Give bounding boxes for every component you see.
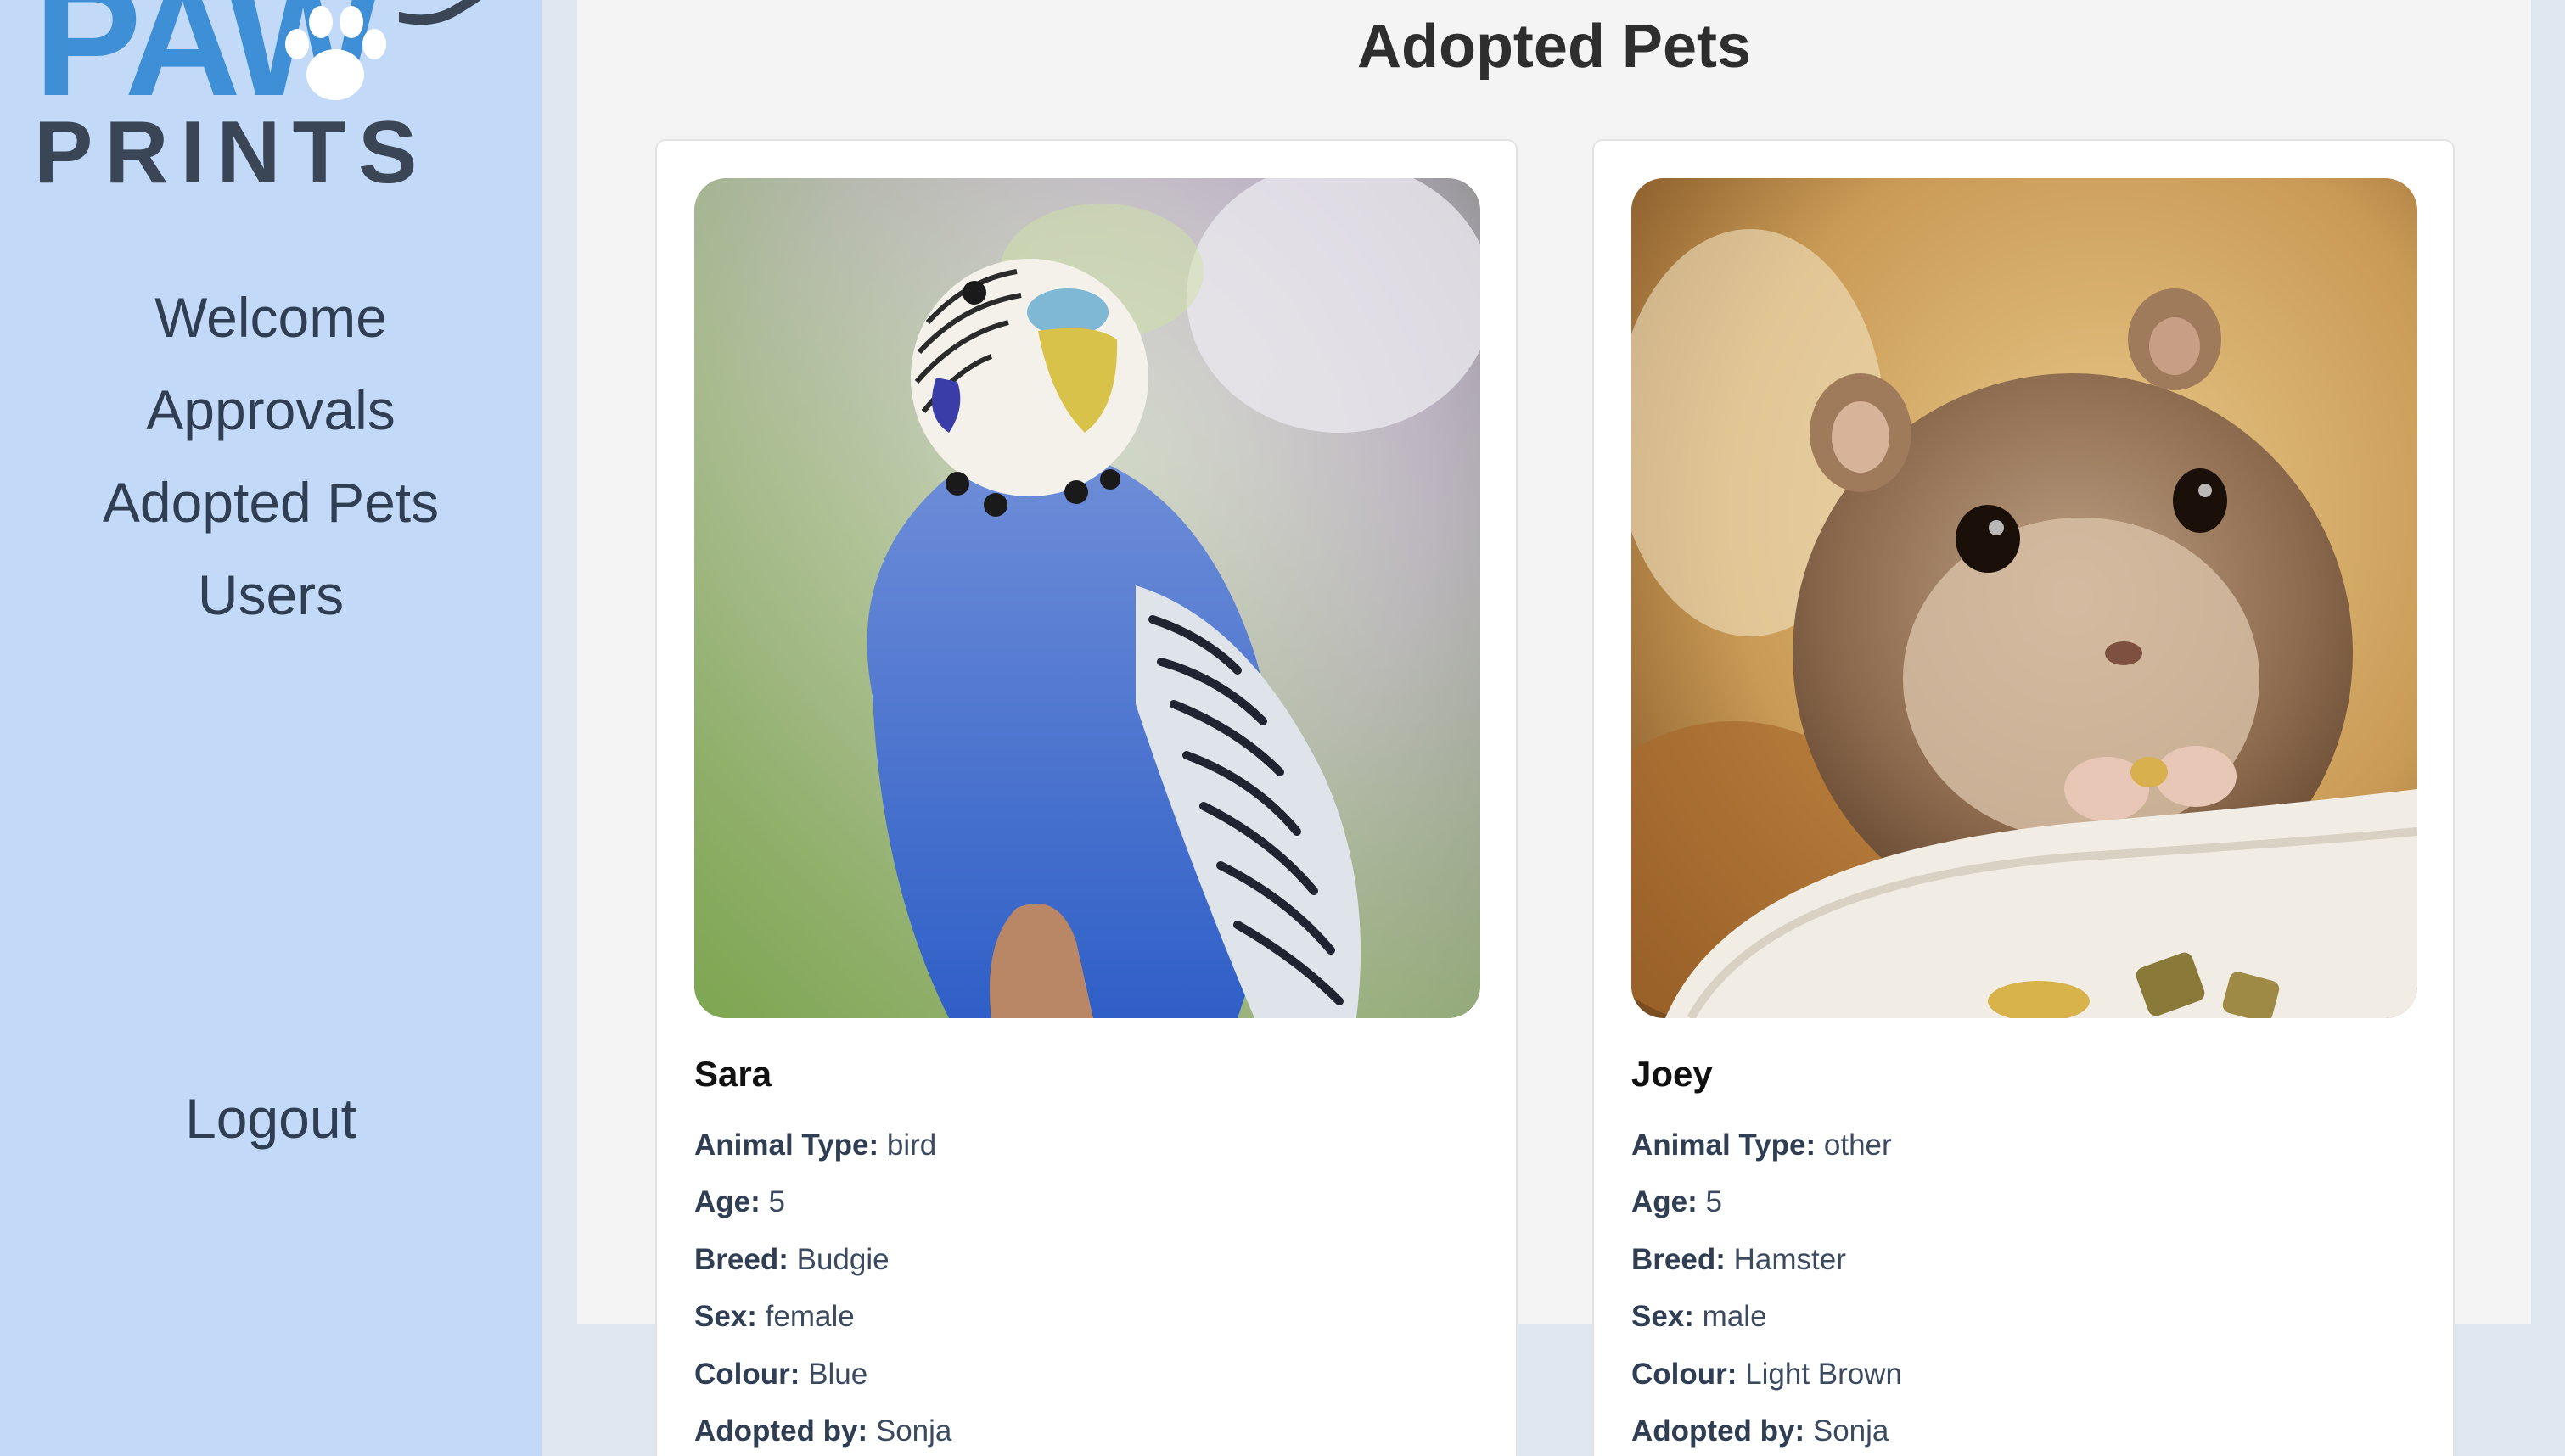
detail-value: female bbox=[765, 1300, 855, 1334]
pet-details: Animal Type: other Age: 5 Breed: Hamster… bbox=[1631, 1117, 1902, 1456]
detail-label: Breed: bbox=[694, 1242, 789, 1276]
pet-details: Animal Type: bird Age: 5 Breed: Budgie S… bbox=[694, 1117, 951, 1456]
nav-item-approvals[interactable]: Approvals bbox=[0, 364, 542, 456]
detail-label: Colour: bbox=[1631, 1357, 1737, 1391]
nav-item-welcome[interactable]: Welcome bbox=[0, 272, 542, 364]
detail-value: Budgie bbox=[796, 1242, 890, 1276]
app-window: PAW PRINTS Welcome Approvals Adopted Pet… bbox=[0, 0, 2565, 1456]
budgie-image bbox=[694, 178, 1480, 1018]
detail-sex: Sex: male bbox=[1631, 1288, 1902, 1345]
nav-item-users[interactable]: Users bbox=[0, 549, 542, 641]
logo-tail-icon bbox=[399, 0, 481, 25]
detail-label: Sex: bbox=[694, 1300, 757, 1334]
detail-value: other bbox=[1823, 1128, 1892, 1162]
detail-label: Breed: bbox=[1631, 1242, 1726, 1276]
detail-label: Sex: bbox=[1631, 1300, 1694, 1334]
hamster-image bbox=[1631, 178, 2417, 1018]
detail-value: Blue bbox=[808, 1357, 868, 1391]
detail-value: 5 bbox=[768, 1185, 785, 1219]
pet-name: Sara bbox=[694, 1054, 772, 1094]
pet-card: Sara Animal Type: bird Age: 5 Breed: Bud… bbox=[655, 139, 1518, 1456]
paw-prints-logo[interactable]: PAW PRINTS bbox=[34, 0, 481, 202]
detail-age: Age: 5 bbox=[694, 1173, 951, 1230]
detail-value: bird bbox=[886, 1128, 937, 1162]
detail-colour: Colour: Blue bbox=[694, 1346, 951, 1403]
detail-adopted-by: Adopted by: Sonja bbox=[694, 1403, 951, 1456]
detail-value: 5 bbox=[1705, 1185, 1722, 1219]
detail-value: male bbox=[1702, 1300, 1767, 1334]
detail-animal-type: Animal Type: other bbox=[1631, 1117, 1902, 1173]
detail-breed: Breed: Hamster bbox=[1631, 1231, 1902, 1288]
sidebar: PAW PRINTS Welcome Approvals Adopted Pet… bbox=[0, 0, 542, 1456]
detail-value: Sonja bbox=[875, 1414, 952, 1448]
detail-animal-type: Animal Type: bird bbox=[694, 1117, 951, 1173]
detail-colour: Colour: Light Brown bbox=[1631, 1346, 1902, 1403]
sidebar-nav: Welcome Approvals Adopted Pets Users bbox=[0, 272, 542, 641]
detail-label: Colour: bbox=[694, 1357, 800, 1391]
main-content: Adopted Pets Sara Animal Type: bird Age:… bbox=[577, 0, 2531, 1456]
logo-word-prints: PRINTS bbox=[34, 104, 429, 202]
detail-value: Light Brown bbox=[1745, 1357, 1902, 1391]
budgie-photo bbox=[694, 178, 1480, 1018]
detail-value: Hamster bbox=[1733, 1242, 1846, 1276]
detail-label: Age: bbox=[694, 1185, 761, 1219]
pet-name: Joey bbox=[1631, 1054, 1713, 1094]
detail-label: Animal Type: bbox=[1631, 1128, 1816, 1162]
detail-sex: Sex: female bbox=[694, 1288, 951, 1345]
detail-label: Adopted by: bbox=[1631, 1414, 1805, 1448]
detail-value: Sonja bbox=[1812, 1414, 1889, 1448]
hamster-photo bbox=[1631, 178, 2417, 1018]
paw-print-icon bbox=[285, 6, 386, 100]
nav-item-adopted-pets[interactable]: Adopted Pets bbox=[0, 456, 542, 549]
detail-adopted-by: Adopted by: Sonja bbox=[1631, 1403, 1902, 1456]
detail-breed: Breed: Budgie bbox=[694, 1231, 951, 1288]
detail-age: Age: 5 bbox=[1631, 1173, 1902, 1230]
detail-label: Adopted by: bbox=[694, 1414, 868, 1448]
detail-label: Animal Type: bbox=[694, 1128, 879, 1162]
detail-label: Age: bbox=[1631, 1185, 1698, 1219]
logout-link[interactable]: Logout bbox=[0, 1086, 542, 1151]
page-title: Adopted Pets bbox=[1356, 13, 1752, 81]
pet-card: Joey Animal Type: other Age: 5 Breed: Ha… bbox=[1592, 139, 2455, 1456]
